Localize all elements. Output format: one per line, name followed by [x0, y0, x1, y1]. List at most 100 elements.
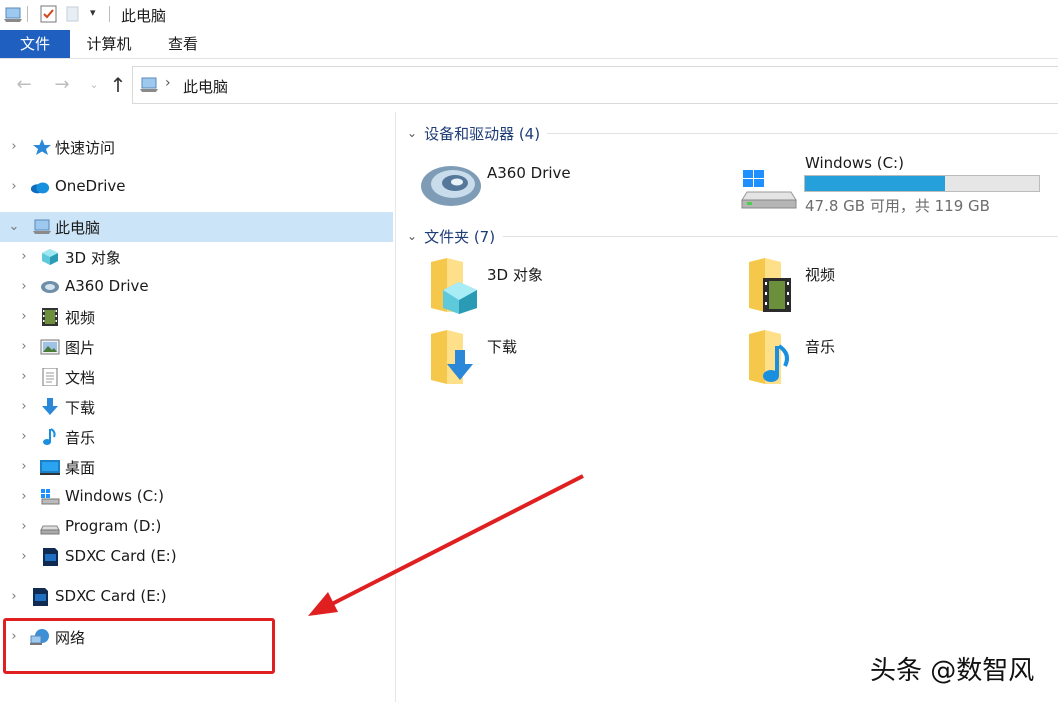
folder-name: 音乐: [805, 338, 836, 356]
separator: [27, 6, 28, 22]
expand-chevron-icon[interactable]: ›: [18, 422, 30, 452]
expand-chevron-icon[interactable]: ›: [18, 242, 30, 272]
expand-chevron-icon[interactable]: ›: [8, 582, 20, 612]
nav-item-downloads[interactable]: › 下载: [0, 392, 393, 422]
pictures-icon: [40, 339, 60, 355]
3d-objects-folder-icon: [431, 258, 477, 314]
back-arrow-icon[interactable]: ←: [12, 72, 36, 98]
onedrive-cloud-icon: [30, 182, 50, 194]
ribbon-tabs: 文件 计算机 查看: [0, 30, 1058, 58]
nav-item-label: OneDrive: [55, 177, 126, 195]
nav-item-music[interactable]: › 音乐: [0, 422, 393, 452]
navigation-bar: ← → ⌄ ↑ › 此电脑: [0, 60, 1058, 110]
a360-drive-icon: [421, 166, 481, 206]
collapse-chevron-icon[interactable]: ⌄: [8, 212, 20, 242]
nav-item-documents[interactable]: › 文档: [0, 362, 393, 392]
nav-item-label: 音乐: [65, 429, 96, 447]
properties-checkbox-icon[interactable]: [40, 5, 58, 23]
ribbon-divider: [0, 58, 1058, 59]
nav-item-pictures[interactable]: › 图片: [0, 332, 393, 362]
this-pc-icon: [4, 7, 22, 22]
tab-computer[interactable]: 计算机: [72, 30, 146, 58]
address-bar[interactable]: › 此电脑: [132, 66, 1058, 104]
nav-item-label: A360 Drive: [65, 277, 149, 295]
expand-chevron-icon[interactable]: ›: [18, 332, 30, 362]
expand-chevron-icon[interactable]: ›: [18, 542, 30, 572]
nav-item-video[interactable]: › 视频: [0, 302, 393, 332]
forward-arrow-icon[interactable]: →: [50, 72, 74, 98]
recent-locations-chevron-down-icon[interactable]: ⌄: [82, 72, 106, 98]
collapse-chevron-icon[interactable]: ⌄: [407, 229, 417, 243]
folder-name: 视频: [805, 266, 836, 284]
customize-toolbar-dropdown-icon[interactable]: ▾: [90, 6, 96, 19]
nav-item-onedrive[interactable]: › OneDrive: [0, 172, 393, 202]
group-divider: [503, 236, 1058, 237]
tab-file[interactable]: 文件: [0, 30, 70, 58]
expand-chevron-icon[interactable]: ›: [18, 302, 30, 332]
drive-icon: [40, 525, 60, 535]
device-name: Windows (C:): [805, 154, 904, 172]
expand-chevron-icon[interactable]: ›: [18, 512, 30, 542]
nav-item-label: 此电脑: [55, 219, 101, 237]
network-highlight-box: [3, 618, 275, 674]
windows-drive-icon: [741, 170, 797, 209]
up-arrow-icon[interactable]: ↑: [106, 72, 130, 98]
documents-icon: [42, 368, 58, 386]
expand-chevron-icon[interactable]: ›: [18, 482, 30, 512]
desktop-icon: [40, 460, 60, 475]
group-header-label: 文件夹 (7): [424, 227, 496, 246]
nav-item-a360-drive[interactable]: › A360 Drive: [0, 272, 393, 302]
expand-chevron-icon[interactable]: ›: [18, 452, 30, 482]
breadcrumb-this-pc[interactable]: 此电脑: [183, 76, 228, 97]
tab-view[interactable]: 查看: [150, 30, 216, 58]
group-header-folders[interactable]: ⌄ 文件夹 (7): [407, 225, 495, 247]
title-bar: ▾ 此电脑: [0, 0, 1058, 30]
collapse-chevron-icon[interactable]: ⌄: [407, 126, 417, 140]
new-folder-icon[interactable]: [66, 5, 80, 23]
separator: [109, 6, 110, 22]
expand-chevron-icon[interactable]: ›: [18, 272, 30, 302]
device-a360-drive[interactable]: A360 Drive: [417, 156, 717, 216]
windows-drive-icon: [41, 489, 60, 505]
3d-objects-icon: [42, 249, 58, 265]
nav-item-label: 桌面: [65, 459, 96, 477]
drive-usage-fill: [805, 176, 946, 191]
folder-video[interactable]: 视频: [745, 256, 1025, 316]
nav-item-this-pc[interactable]: ⌄ 此电脑: [0, 212, 393, 242]
group-divider: [547, 133, 1058, 134]
nav-item-label: 图片: [65, 339, 96, 357]
folder-3d-objects[interactable]: 3D 对象: [427, 256, 707, 316]
this-pc-icon: [140, 77, 158, 92]
nav-item-label: 视频: [65, 309, 96, 327]
folder-downloads[interactable]: 下载: [427, 328, 707, 388]
music-icon: [43, 428, 56, 445]
expand-chevron-icon[interactable]: ›: [8, 172, 20, 202]
nav-item-label: Windows (C:): [65, 487, 164, 505]
nav-item-quick-access[interactable]: › 快速访问: [0, 132, 393, 162]
download-folder-icon: [431, 330, 473, 384]
folder-music[interactable]: 音乐: [745, 328, 1025, 388]
nav-item-label: 下载: [65, 399, 96, 417]
sd-card-icon: [43, 548, 58, 566]
drive-usage-bar: [804, 175, 1040, 192]
nav-item-3d-objects[interactable]: › 3D 对象: [0, 242, 393, 272]
expand-chevron-icon[interactable]: ›: [8, 132, 20, 162]
group-header-devices[interactable]: ⌄ 设备和驱动器 (4): [407, 122, 540, 144]
group-header-label: 设备和驱动器 (4): [424, 124, 541, 143]
expand-chevron-icon[interactable]: ›: [18, 392, 30, 422]
a360-drive-icon: [41, 281, 59, 293]
video-folder-icon: [749, 258, 791, 312]
nav-item-label: Program (D:): [65, 517, 162, 535]
breadcrumb-chevron-icon[interactable]: ›: [165, 75, 171, 91]
star-icon: [33, 139, 51, 155]
window-title: 此电脑: [121, 7, 167, 25]
nav-item-label: SDXC Card (E:): [55, 587, 167, 605]
download-icon: [42, 398, 58, 415]
video-icon: [42, 308, 58, 326]
expand-chevron-icon[interactable]: ›: [18, 362, 30, 392]
nav-item-label: SDXC Card (E:): [65, 547, 177, 565]
music-folder-icon: [749, 330, 789, 384]
device-windows-c[interactable]: Windows (C:) 47.8 GB 可用，共 119 GB: [737, 152, 1047, 216]
device-name: A360 Drive: [487, 164, 571, 182]
red-arrow-annotation: [308, 474, 584, 616]
